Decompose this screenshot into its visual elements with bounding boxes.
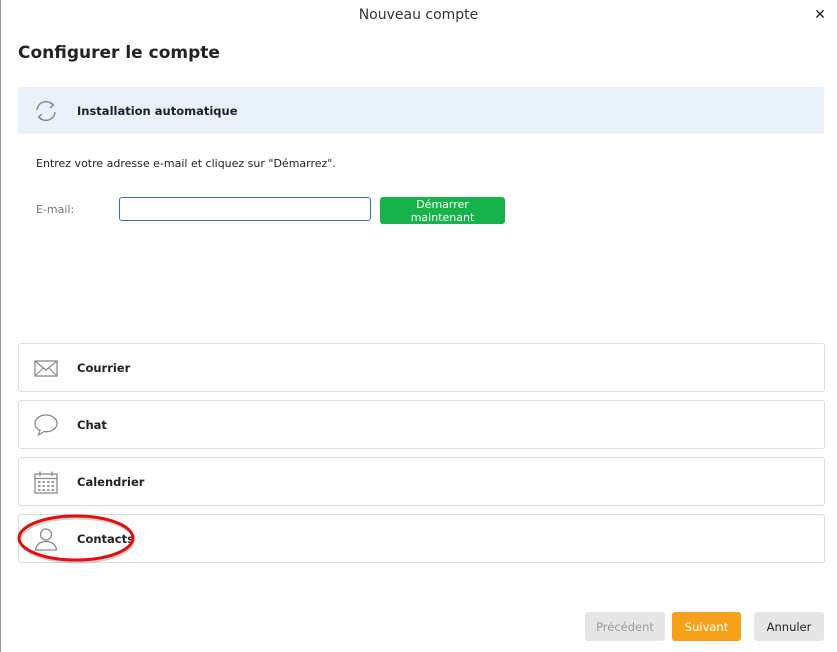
close-button[interactable]: ✕ xyxy=(811,6,829,24)
sync-icon xyxy=(36,100,56,122)
account-type-label: Calendrier xyxy=(77,475,145,489)
page-title: Configurer le compte xyxy=(18,43,220,63)
account-type-label: Chat xyxy=(77,418,107,432)
close-icon: ✕ xyxy=(814,7,826,23)
window-title: Nouveau compte xyxy=(358,7,479,23)
account-type-mail[interactable]: Courrier xyxy=(18,343,825,392)
account-type-contacts[interactable]: Contacts xyxy=(18,514,825,563)
window-border xyxy=(0,0,1,652)
auto-setup-panel: Installation automatique xyxy=(18,87,824,134)
cancel-button[interactable]: Annuler xyxy=(754,612,824,641)
instruction-text: Entrez votre adresse e-mail et cliquez s… xyxy=(36,157,336,170)
mail-icon xyxy=(34,360,58,377)
email-input[interactable] xyxy=(119,197,371,221)
account-type-calendar[interactable]: Calendrier xyxy=(18,457,825,506)
title-bar: Nouveau compte ✕ xyxy=(0,0,837,32)
account-type-label: Contacts xyxy=(77,532,134,546)
account-type-chat[interactable]: Chat xyxy=(18,400,825,449)
email-label: E-mail: xyxy=(36,203,75,216)
chat-icon xyxy=(34,414,58,437)
start-now-button[interactable]: Démarrer maintenant xyxy=(380,197,505,224)
auto-setup-label: Installation automatique xyxy=(77,104,238,118)
next-button[interactable]: Suivant xyxy=(672,612,741,641)
account-type-label: Courrier xyxy=(77,361,131,375)
calendar-icon xyxy=(34,471,58,494)
contact-icon xyxy=(34,528,58,551)
previous-button[interactable]: Précédent xyxy=(585,612,665,641)
